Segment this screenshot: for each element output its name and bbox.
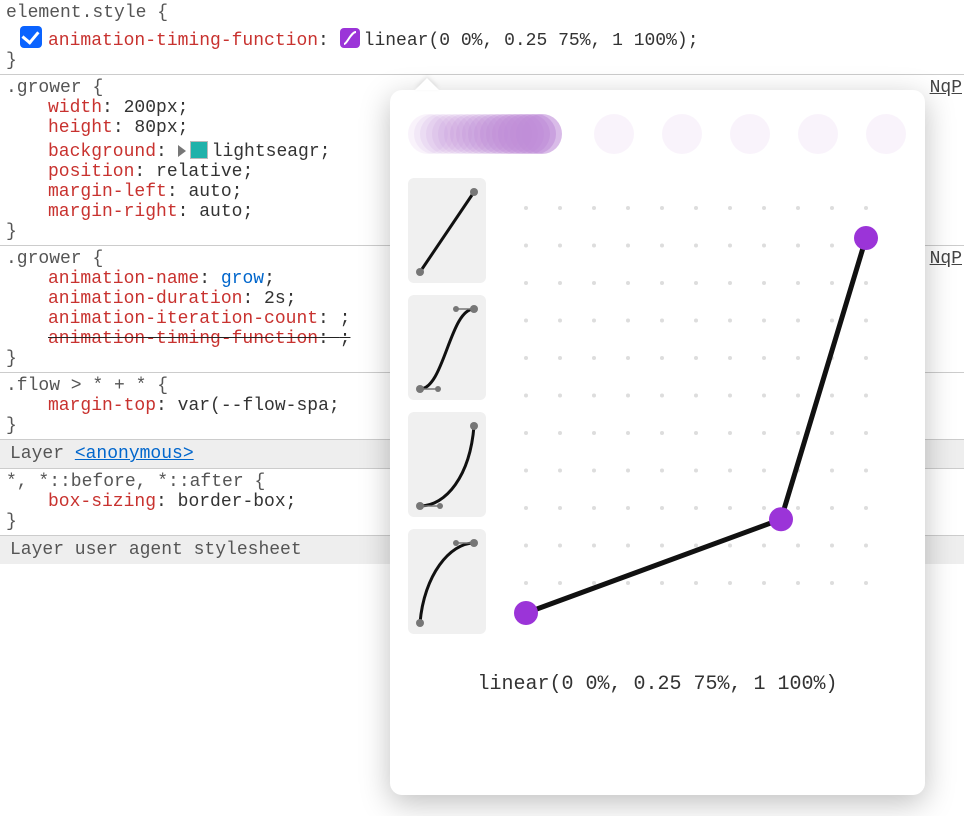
layer-link-anonymous[interactable]: <anonymous> xyxy=(75,444,194,464)
popover-arrow xyxy=(415,78,439,90)
anim-preview-ghost xyxy=(798,114,838,154)
animation-preview-strip xyxy=(408,112,906,156)
selector[interactable]: *, *::before, *::after xyxy=(6,472,244,492)
prop-value[interactable]: auto xyxy=(199,202,242,222)
prop-name[interactable]: height xyxy=(48,118,113,138)
prop-name[interactable]: animation-timing-function xyxy=(48,31,318,51)
prop-name[interactable]: background xyxy=(48,142,156,162)
layer-label: Layer xyxy=(10,444,75,464)
prop-value[interactable]: linear(0 0%, 0.25 75%, 1 100%) xyxy=(364,31,688,51)
selector[interactable]: .flow > * + * xyxy=(6,376,146,396)
declaration-row[interactable]: animation-timing-function: linear(0 0%, … xyxy=(6,23,958,51)
prop-name[interactable]: margin-right xyxy=(48,202,178,222)
selector[interactable]: .grower xyxy=(6,78,82,98)
prop-name[interactable]: width xyxy=(48,98,102,118)
prop-value[interactable]: 2s xyxy=(264,289,286,309)
prop-value[interactable]: 80px xyxy=(134,118,177,138)
easing-value-readout: linear(0 0%, 0.25 75%, 1 100%) xyxy=(408,673,907,696)
expand-shorthand-icon[interactable] xyxy=(178,145,186,157)
selector[interactable]: element.style xyxy=(6,3,146,23)
prop-value[interactable]: relative xyxy=(156,162,242,182)
prop-name[interactable]: margin-top xyxy=(48,396,156,416)
preset-linear[interactable] xyxy=(408,178,486,283)
style-rule: element.style {animation-timing-function… xyxy=(0,0,964,74)
timing-function-swatch[interactable] xyxy=(340,28,360,48)
prop-name[interactable]: margin-left xyxy=(48,182,167,202)
color-swatch[interactable] xyxy=(190,141,208,159)
prop-value[interactable]: border-box xyxy=(178,492,286,512)
anim-preview-ghost xyxy=(522,114,562,154)
anim-preview-ghost xyxy=(866,114,906,154)
prop-name[interactable]: animation-name xyxy=(48,269,199,289)
source-link[interactable]: NqP xyxy=(930,78,962,98)
easing-preset-list xyxy=(408,178,486,643)
anim-preview-ghost xyxy=(594,114,634,154)
prop-value[interactable]: auto xyxy=(188,182,231,202)
property-toggle-checkbox[interactable] xyxy=(20,26,42,48)
prop-name[interactable]: box-sizing xyxy=(48,492,156,512)
prop-name[interactable]: animation-duration xyxy=(48,289,242,309)
source-link[interactable]: NqP xyxy=(930,249,962,269)
easing-curve-canvas[interactable] xyxy=(496,178,896,643)
preset-ease-in-out[interactable] xyxy=(408,295,486,400)
prop-value[interactable]: var(--flow-spa xyxy=(178,396,329,416)
prop-name[interactable]: position xyxy=(48,162,134,182)
preset-ease-in[interactable] xyxy=(408,412,486,517)
prop-value[interactable]: 200px xyxy=(124,98,178,118)
anim-preview-ghost xyxy=(662,114,702,154)
selector[interactable]: .grower xyxy=(6,249,82,269)
anim-preview-ghost xyxy=(730,114,770,154)
curve-control-point[interactable] xyxy=(514,601,538,625)
layer-label: Layer user agent stylesheet xyxy=(10,540,302,560)
curve-path xyxy=(526,238,866,613)
prop-name[interactable]: animation-timing-function xyxy=(48,329,318,349)
preset-ease-out[interactable] xyxy=(408,529,486,634)
curve-control-point[interactable] xyxy=(854,226,878,250)
prop-value[interactable]: grow xyxy=(221,269,264,289)
prop-name[interactable]: animation-iteration-count xyxy=(48,309,318,329)
curve-control-point[interactable] xyxy=(769,507,793,531)
timing-function-editor[interactable]: linear(0 0%, 0.25 75%, 1 100%) xyxy=(390,90,925,795)
prop-value[interactable]: lightseagr xyxy=(212,142,320,162)
